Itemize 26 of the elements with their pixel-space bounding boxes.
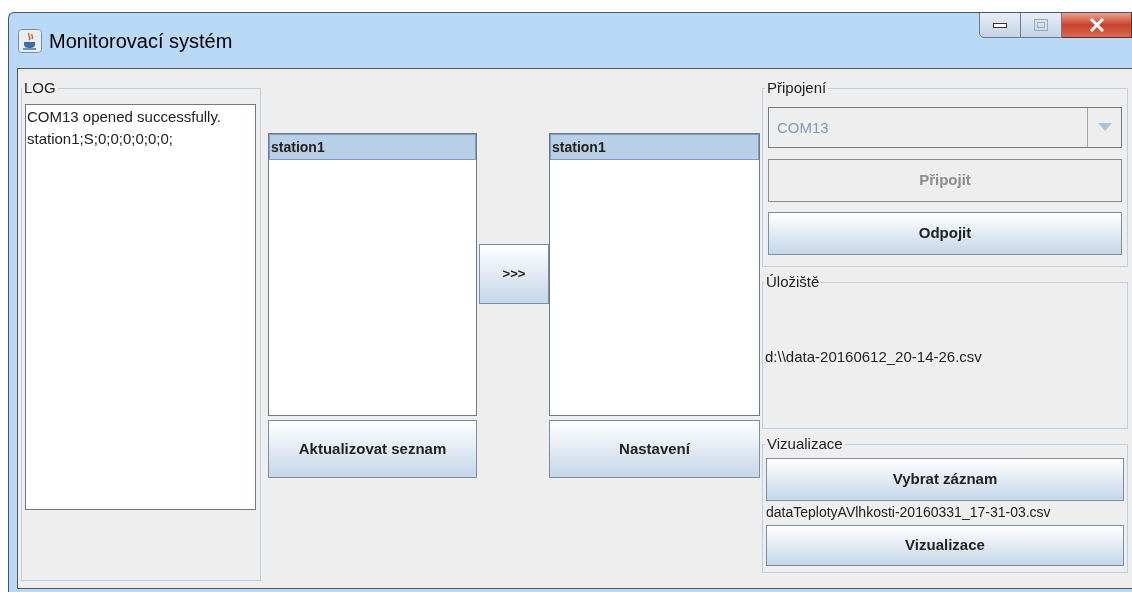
storage-path: d:\\data-20160612_20-14-26.csv xyxy=(765,346,983,367)
group-title: Vizualizace xyxy=(766,434,844,454)
close-button[interactable] xyxy=(1062,13,1132,38)
choose-record-button[interactable]: Vybrat záznam xyxy=(766,457,1124,501)
settings-button[interactable]: Nastavení xyxy=(549,420,760,478)
transfer-button[interactable]: >>> xyxy=(479,244,549,304)
window-title: Monitorovací systém xyxy=(49,28,233,54)
group-title: Úložiště xyxy=(765,272,821,292)
update-list-button[interactable]: Aktualizovat seznam xyxy=(268,420,477,478)
log-line: COM13 opened successfully. xyxy=(27,106,222,127)
minimize-button[interactable] xyxy=(979,13,1021,38)
maximize-icon xyxy=(1034,19,1048,31)
list-item[interactable]: station1 xyxy=(550,134,759,160)
list-item[interactable]: station1 xyxy=(269,134,476,160)
disconnect-button[interactable]: Odpojit xyxy=(768,211,1122,255)
java-cup-icon xyxy=(18,28,42,53)
group-title: Připojení xyxy=(766,78,828,98)
minimize-icon xyxy=(993,22,1007,28)
group-title: LOG xyxy=(23,78,57,98)
close-icon xyxy=(1088,18,1105,32)
maximize-button[interactable] xyxy=(1021,13,1062,38)
visualize-button[interactable]: Vizualizace xyxy=(766,524,1124,566)
record-filename: dataTeplotyAVlhkosti-20160331_17-31-03.csv xyxy=(766,502,1052,522)
log-line: station1;S;0;0;0;0;0;0; xyxy=(27,128,174,149)
port-value: COM13 xyxy=(776,117,830,138)
dropdown-arrow-icon xyxy=(1097,123,1112,131)
